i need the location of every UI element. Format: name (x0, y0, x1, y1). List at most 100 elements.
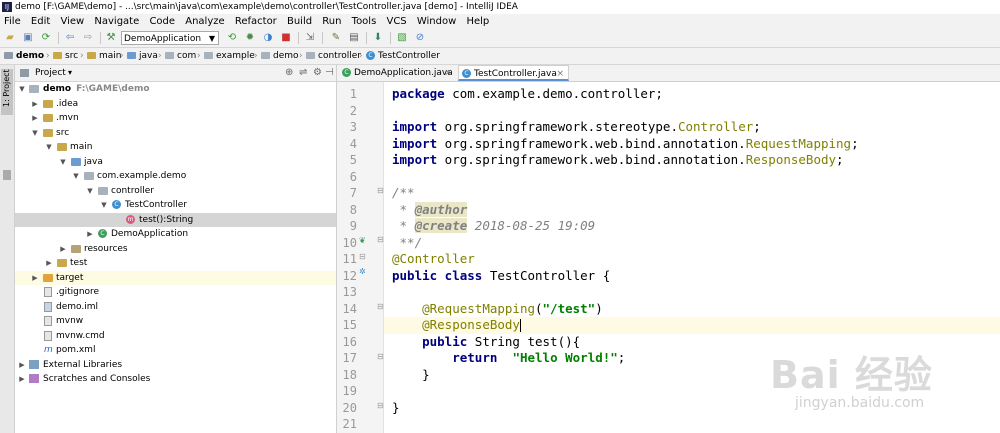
expanded-arrow-icon[interactable]: ▼ (86, 184, 94, 198)
code-line[interactable]: **/ (384, 235, 1000, 252)
collapse-all-icon[interactable]: ⇌ (299, 65, 307, 81)
menu-tools[interactable]: Tools (352, 16, 377, 27)
back-arrow-icon[interactable]: ⇦ (64, 32, 76, 44)
tree-item-demo[interactable]: ▼ demo F:\GAME\demo (15, 82, 336, 96)
fold-marker-icon[interactable]: ⊟ (377, 235, 384, 244)
tree-item-src[interactable]: ▼ src (15, 126, 336, 140)
menu-window[interactable]: Window (417, 16, 456, 27)
collapsed-arrow-icon[interactable]: ▶ (59, 242, 67, 256)
code-line[interactable]: import org.springframework.stereotype.Co… (384, 119, 1000, 136)
collapsed-arrow-icon[interactable]: ▶ (31, 97, 39, 111)
menu-edit[interactable]: Edit (31, 16, 50, 27)
code-line[interactable] (384, 169, 1000, 186)
tree-item-main[interactable]: ▼ main (15, 140, 336, 154)
tab-testcontroller[interactable]: C TestController.java × (458, 65, 569, 81)
chevron-down-icon[interactable]: ▾ (68, 65, 72, 81)
tree-item-target[interactable]: ▶ target (15, 270, 336, 285)
menu-build[interactable]: Build (287, 16, 312, 27)
collapsed-arrow-icon[interactable]: ▶ (45, 256, 53, 270)
collapsed-arrow-icon[interactable]: ▶ (18, 358, 26, 372)
sdk-download-icon[interactable]: ⬇ (372, 32, 384, 44)
no-entry-icon[interactable]: ⊘ (414, 32, 426, 44)
expanded-arrow-icon[interactable]: ▼ (31, 126, 39, 140)
close-icon[interactable]: × (444, 65, 452, 81)
breadcrumb-java[interactable]: java (127, 48, 158, 64)
menu-help[interactable]: Help (466, 16, 489, 27)
spring-controller-icon[interactable]: ✲ (359, 267, 366, 276)
code-line[interactable]: @Controller (384, 251, 1000, 268)
spring-bean-icon[interactable]: ❦ (359, 236, 366, 245)
tree-item-idea[interactable]: ▶ .idea (15, 97, 336, 111)
collapsed-arrow-icon[interactable]: ▶ (86, 227, 94, 241)
menu-view[interactable]: View (60, 16, 84, 27)
tree-item-external-libraries[interactable]: ▶ External Libraries (15, 358, 336, 372)
tree-item-test[interactable]: ▶ test (15, 256, 336, 270)
project-structure-icon[interactable]: ▤ (348, 32, 360, 44)
code-line[interactable]: import org.springframework.web.bind.anno… (384, 136, 1000, 153)
tree-item-com-example-demo[interactable]: ▼ com.example.demo (15, 169, 336, 183)
tree-item-demo-iml[interactable]: demo.iml (15, 300, 336, 314)
code-line[interactable]: import org.springframework.web.bind.anno… (384, 152, 1000, 169)
code-line[interactable]: package com.example.demo.controller; (384, 86, 1000, 103)
fold-marker-icon[interactable]: ⊟ (359, 252, 366, 261)
collapsed-arrow-icon[interactable]: ▶ (18, 372, 26, 386)
tree-item-demoapplication[interactable]: ▶ C DemoApplication (15, 227, 336, 241)
tree-item-testcontroller[interactable]: ▼ C TestController (15, 198, 336, 212)
menu-refactor[interactable]: Refactor (235, 16, 277, 27)
project-tool-tab[interactable]: 1: Project (1, 69, 13, 115)
breadcrumb-controller[interactable]: controller (306, 48, 361, 64)
expanded-arrow-icon[interactable]: ▼ (45, 140, 53, 154)
tree-item-pom-xml[interactable]: m pom.xml (15, 343, 336, 357)
code-line[interactable]: /** (384, 185, 1000, 202)
build-hammer-icon[interactable]: ⚒ (105, 32, 117, 44)
tree-item-mvnw-cmd[interactable]: mvnw.cmd (15, 329, 336, 343)
sync-icon[interactable]: ⟳ (40, 32, 52, 44)
vcs-update-icon[interactable]: ⇲ (304, 32, 316, 44)
expanded-arrow-icon[interactable]: ▼ (72, 169, 80, 183)
rerun-icon[interactable]: ⟲ (226, 32, 238, 44)
code-line[interactable]: @ResponseBody (384, 317, 1000, 334)
code-line[interactable] (384, 284, 1000, 301)
breadcrumb-example[interactable]: example (204, 48, 255, 64)
menu-code[interactable]: Code (149, 16, 175, 27)
collapsed-arrow-icon[interactable]: ▶ (31, 111, 39, 125)
code-line[interactable]: * @author (384, 201, 1000, 219)
coverage-icon[interactable]: ◑ (262, 32, 274, 44)
code-line[interactable]: @RequestMapping("/test") (384, 301, 1000, 318)
project-panel-title[interactable]: Project (35, 65, 66, 81)
breadcrumb-com[interactable]: com (165, 48, 196, 64)
tab-demoapplication[interactable]: C DemoApplication.java × (339, 65, 456, 81)
menu-run[interactable]: Run (322, 16, 341, 27)
task-icon[interactable]: ▧ (396, 32, 408, 44)
target-locate-icon[interactable]: ⊕ (285, 65, 293, 81)
open-folder-icon[interactable]: ▰ (4, 32, 16, 44)
debug-icon[interactable]: ✹ (244, 32, 256, 44)
fold-marker-icon[interactable]: ⊟ (377, 401, 384, 410)
breadcrumb-demo[interactable]: demo (4, 48, 44, 64)
tree-item-scratches[interactable]: ▶ Scratches and Consoles (15, 372, 336, 386)
structure-tool-icon[interactable] (3, 170, 11, 180)
collapsed-arrow-icon[interactable]: ▶ (31, 271, 39, 285)
breadcrumb-testcontroller[interactable]: C TestController (366, 48, 440, 64)
stop-icon[interactable]: ■ (280, 32, 292, 44)
tree-item-controller[interactable]: ▼ controller (15, 184, 336, 198)
code-line[interactable] (384, 103, 1000, 120)
expanded-arrow-icon[interactable]: ▼ (100, 198, 108, 212)
run-configuration-select[interactable]: DemoApplication ▼ (121, 31, 219, 45)
menu-navigate[interactable]: Navigate (94, 16, 139, 27)
menu-analyze[interactable]: Analyze (185, 16, 224, 27)
forward-arrow-icon[interactable]: ⇨ (82, 32, 94, 44)
tree-item-mvn[interactable]: ▶ .mvn (15, 111, 336, 125)
tree-item-mvnw[interactable]: mvnw (15, 314, 336, 328)
tree-item-gitignore[interactable]: .gitignore (15, 285, 336, 299)
menu-vcs[interactable]: VCS (386, 16, 406, 27)
breadcrumb-demo-package[interactable]: demo (261, 48, 299, 64)
breadcrumb-src[interactable]: src (53, 48, 78, 64)
save-icon[interactable]: ▣ (22, 32, 34, 44)
tree-item-resources[interactable]: ▶ resources (15, 242, 336, 256)
hide-panel-icon[interactable]: ⊣ (325, 65, 334, 81)
menu-file[interactable]: File (4, 16, 21, 27)
fold-marker-icon[interactable]: ⊟ (377, 186, 384, 195)
fold-marker-icon[interactable]: ⊟ (377, 352, 384, 361)
fold-marker-icon[interactable]: ⊟ (377, 302, 384, 311)
